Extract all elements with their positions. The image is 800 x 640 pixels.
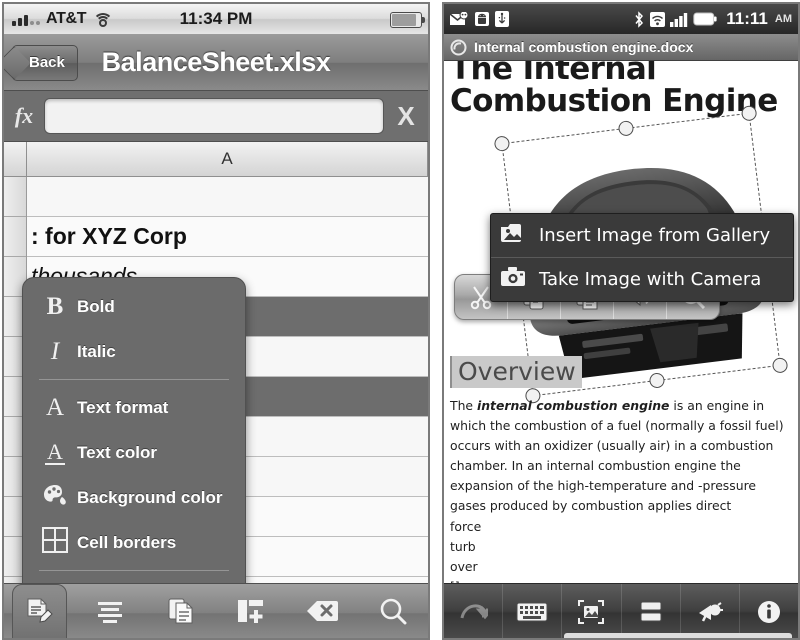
backspace-delete-icon (306, 600, 339, 627)
popup-item-take-image-with-camera[interactable]: Take Image with Camera (491, 257, 793, 301)
occluded-text-line: force (450, 518, 482, 534)
bold-icon: B (46, 292, 64, 320)
camera-icon (499, 265, 527, 294)
android-title-bar: Internal combustion engine.docx (444, 34, 798, 61)
align-text-icon (95, 599, 125, 628)
ios-bottom-toolbar (4, 583, 428, 638)
back-button-label: Back (29, 54, 65, 71)
usb-icon (495, 11, 509, 27)
row-number-cell[interactable] (4, 177, 26, 217)
insert-column-button[interactable] (216, 584, 287, 638)
bottom-tab-indicator (564, 633, 792, 638)
close-icon[interactable]: X (384, 101, 428, 132)
paragraph-lead: The (450, 398, 477, 413)
ios-spreadsheet-screen: AT&T 11:34 PM Back BalanceSheet.xlsx fx … (2, 2, 430, 640)
wifi-icon (650, 11, 666, 27)
menu-item-label: Bold (77, 296, 115, 316)
spreadsheet-row[interactable] (27, 177, 428, 217)
resize-handle-se[interactable] (771, 357, 789, 374)
search-icon (379, 597, 407, 630)
ios-nav-bar: Back BalanceSheet.xlsx (4, 35, 428, 91)
popup-item-label: Take Image with Camera (539, 269, 762, 290)
android-document-screen: 11:11 AM Internal combustion engine.docx… (442, 2, 800, 640)
align-button[interactable] (75, 584, 146, 638)
column-header-a[interactable]: A (27, 142, 428, 176)
menu-item-label: Italic (77, 341, 116, 361)
italic-icon: I (50, 337, 60, 365)
document-paragraph: The internal combustion engine is an eng… (450, 396, 792, 583)
background-color-icon (33, 483, 77, 512)
status-ampm: AM (774, 13, 792, 25)
format-popover-menu[interactable]: B Bold I Italic A Text format A Text color Backg… (22, 277, 246, 583)
menu-item-cell-borders[interactable]: Cell borders (23, 520, 245, 565)
menu-separator (39, 570, 229, 571)
menu-item-text-color[interactable]: A Text color (23, 430, 245, 475)
formula-input[interactable] (44, 98, 384, 134)
copy-document-icon (167, 597, 195, 630)
text-color-icon: A (45, 438, 65, 466)
status-clock: 11:34 PM (179, 9, 253, 28)
android-bottom-toolbar (444, 583, 798, 638)
document-edit-icon (24, 597, 54, 630)
fx-icon: fx (14, 103, 34, 128)
occluded-text-line: over (450, 558, 478, 574)
formula-bar: fx X (4, 91, 428, 142)
bluetooth-icon (635, 10, 644, 28)
menu-item-italic[interactable]: I Italic (23, 329, 245, 374)
occluded-text-line: [] (450, 577, 792, 583)
undo-button[interactable] (444, 584, 504, 638)
spreadsheet-grid[interactable]: A : for XYZ Corpthousandsash EquivalenIn… (4, 142, 428, 583)
app-logo-icon (450, 39, 467, 55)
copy-button[interactable] (145, 584, 216, 638)
keyboard-button[interactable] (503, 584, 563, 638)
android-status-bar: 11:11 AM (444, 4, 798, 34)
battery-icon (390, 12, 425, 28)
status-clock: 11:11 (726, 9, 768, 28)
cell-borders-icon (33, 527, 77, 558)
gallery-image-icon (499, 221, 527, 250)
heading-line-1: The Internal (450, 61, 657, 87)
occluded-text-lines: forceturbover[]The tengin (450, 517, 792, 583)
insert-column-icon (236, 598, 266, 629)
corner-cell (4, 142, 27, 176)
document-canvas[interactable]: The Internal Combustion Engine Overview … (444, 61, 798, 583)
menu-separator (39, 379, 229, 380)
layout-button[interactable] (622, 584, 681, 638)
signal-bars-icon (670, 12, 688, 27)
spreadsheet-row[interactable]: : for XYZ Corp (27, 217, 428, 257)
popup-item-label: Insert Image from Gallery (539, 225, 771, 246)
row-number-cell[interactable] (4, 217, 26, 257)
menu-item-bold[interactable]: B Bold (23, 284, 245, 329)
insert-image-popup-menu[interactable]: Insert Image from Gallery Take Image with… (490, 213, 794, 302)
battery-icon (693, 12, 717, 26)
document-title: Internal combustion engine.docx (474, 39, 694, 55)
paragraph-rest: is an engine in which the combustion of … (450, 398, 784, 514)
menu-item-number-format[interactable]: $Number format (23, 576, 245, 583)
popup-item-insert-image-from-gallery[interactable]: Insert Image from Gallery (491, 214, 793, 257)
android-robot-icon (475, 12, 489, 26)
section-heading: Overview (450, 356, 582, 388)
edit-format-button[interactable] (4, 584, 75, 638)
menu-item-label: Text color (77, 442, 157, 462)
paragraph-bold-term: internal combustion engine (476, 398, 670, 413)
insert-image-button[interactable] (562, 584, 622, 638)
delete-button[interactable] (287, 584, 358, 638)
search-button[interactable] (357, 584, 428, 638)
screenshot-stage: AT&T 11:34 PM Back BalanceSheet.xlsx fx … (0, 0, 800, 640)
column-header-row: A (4, 142, 428, 177)
occluded-text-line: turb (450, 538, 476, 554)
text-format-icon: A (45, 393, 65, 421)
menu-item-text-format[interactable]: A Text format (23, 385, 245, 430)
menu-item-label: Background color (77, 487, 223, 507)
mail-icon (450, 11, 469, 25)
heading-line-2: Combustion Engine (450, 83, 778, 120)
menu-item-background-color[interactable]: Background color (23, 475, 245, 520)
menu-item-label: Cell borders (77, 532, 177, 552)
ios-status-bar: AT&T 11:34 PM (4, 4, 428, 35)
back-button[interactable]: Back (12, 44, 78, 81)
megaphone-button[interactable] (681, 584, 740, 638)
info-button[interactable] (740, 584, 798, 638)
menu-item-label: Text format (77, 397, 169, 417)
